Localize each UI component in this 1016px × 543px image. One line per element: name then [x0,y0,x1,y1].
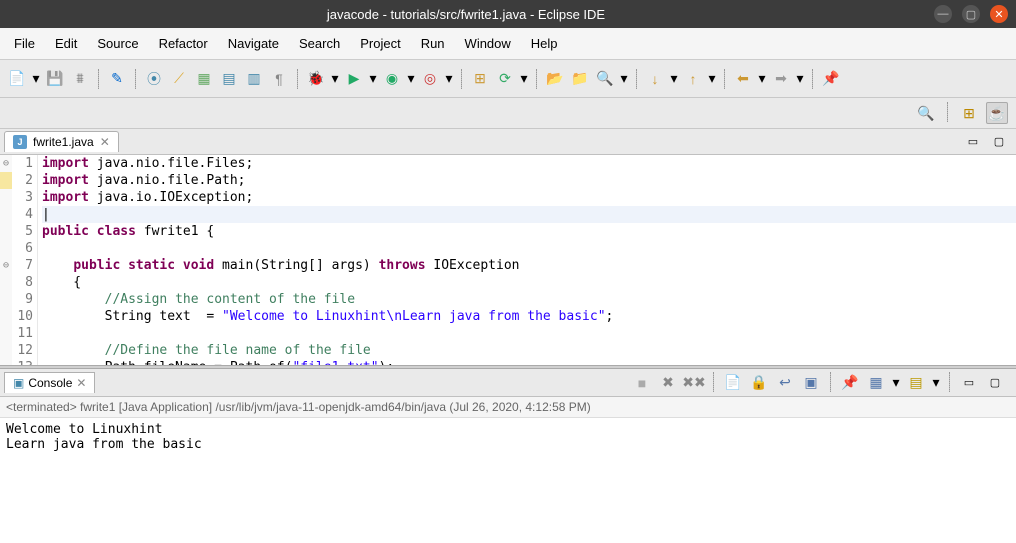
code-editor[interactable]: ⊖⊖ 12345678910111213 import java.nio.fil… [0,155,1016,365]
pin-icon[interactable]: 📌 [820,68,842,90]
refresh-icon[interactable]: ⟳ [494,68,516,90]
menu-refactor[interactable]: Refactor [151,32,216,55]
minimize-button[interactable]: — [934,5,952,23]
window-title: javacode - tutorials/src/fwrite1.java - … [8,7,924,22]
coverage-run-icon[interactable]: ◉ [381,68,403,90]
open-type-icon[interactable]: 📂 [544,68,566,90]
word-wrap-icon[interactable]: ↩ [774,372,796,394]
console-min-icon[interactable]: ▭ [958,372,980,394]
minimize-view-icon[interactable]: ▭ [962,131,984,153]
new-package-icon[interactable]: ⊞ [469,68,491,90]
toggle-breakpoint-icon[interactable]: ⦿ [143,68,165,90]
next-annotation-icon[interactable]: ↓ [644,68,666,90]
block-select-icon[interactable]: ▤ [218,68,240,90]
console-tab[interactable]: ▣ Console ✕ [4,372,95,393]
title-bar: javacode - tutorials/src/fwrite1.java - … [0,0,1016,28]
pin-console-icon[interactable]: 📌 [839,372,861,394]
perspective-toolbar: 🔍 ⊞ ☕ [0,98,1016,129]
prev-annotation-icon[interactable]: ↑ [682,68,704,90]
back-icon[interactable]: ⬅ [732,68,754,90]
wand-icon[interactable]: ✎ [106,68,128,90]
close-button[interactable]: ✕ [990,5,1008,23]
new-icon[interactable]: 📄 [6,68,28,90]
console-icon: ▣ [13,376,24,390]
console-status: <terminated> fwrite1 [Java Application] … [0,397,1016,418]
search-icon[interactable]: 🔍 [594,68,616,90]
remove-terminated-icon[interactable]: ✖ [657,372,679,394]
menu-search[interactable]: Search [291,32,348,55]
menu-file[interactable]: File [6,32,43,55]
code-content[interactable]: import java.nio.file.Files;import java.n… [38,155,1016,365]
open-perspective-icon[interactable]: ⊞ [958,102,980,124]
open-console-icon[interactable]: ▤ [905,372,927,394]
menu-window[interactable]: Window [457,32,519,55]
menu-bar: File Edit Source Refactor Navigate Searc… [0,28,1016,60]
editor-tab-row: J fwrite1.java ✕ ▭ ▢ [0,129,1016,155]
java-perspective-icon[interactable]: ☕ [986,102,1008,124]
gutter-markers: ⊖⊖ [0,155,12,365]
save-all-icon[interactable]: ⩩ [69,68,91,90]
menu-source[interactable]: Source [89,32,146,55]
console-output[interactable]: Welcome to Linuxhint Learn java from the… [0,418,1016,456]
terminate-icon[interactable]: ■ [631,372,653,394]
external-tools-icon[interactable]: ◎ [419,68,441,90]
clear-console-icon[interactable]: 📄 [722,372,744,394]
forward-icon[interactable]: ➡ [770,68,792,90]
editor-area: J fwrite1.java ✕ ▭ ▢ ⊖⊖ 1234567891011121… [0,129,1016,365]
menu-edit[interactable]: Edit [47,32,85,55]
coverage-icon[interactable]: ▦ [193,68,215,90]
main-toolbar: 📄 ▾ 💾 ⩩ ✎ ⦿ ⟋ ▦ ▤ ▥ ¶ 🐞▾ ▶▾ ◉▾ ◎▾ ⊞ ⟳▾ 📂… [0,60,1016,98]
display-selected-icon[interactable]: ▦ [865,372,887,394]
open-task-icon[interactable]: 📁 [569,68,591,90]
debug-icon[interactable]: 🐞 [305,68,327,90]
whitespace-icon[interactable]: ▥ [243,68,265,90]
menu-help[interactable]: Help [523,32,566,55]
console-tab-label: Console [28,376,72,390]
save-icon[interactable]: 💾 [44,68,66,90]
run-icon[interactable]: ▶ [343,68,365,90]
dropdown-icon[interactable]: ▾ [31,68,41,90]
pilcrow-icon[interactable]: ¶ [268,68,290,90]
tab-close-icon[interactable]: ✕ [100,135,110,149]
console-tab-row: ▣ Console ✕ ■ ✖ ✖✖ 📄 🔒 ↩ ▣ 📌 ▦▾ ▤▾ ▭ ▢ [0,369,1016,397]
show-console-icon[interactable]: ▣ [800,372,822,394]
line-numbers: 12345678910111213 [12,155,38,365]
scroll-lock-icon[interactable]: 🔒 [748,372,770,394]
menu-run[interactable]: Run [413,32,453,55]
skip-breakpoints-icon[interactable]: ⟋ [168,68,190,90]
menu-navigate[interactable]: Navigate [220,32,287,55]
editor-tab[interactable]: J fwrite1.java ✕ [4,131,119,152]
java-file-icon: J [13,135,27,149]
editor-tab-label: fwrite1.java [33,135,94,149]
console-max-icon[interactable]: ▢ [984,372,1006,394]
quick-access-icon[interactable]: 🔍 [915,102,937,124]
console-tab-close-icon[interactable]: ✕ [76,376,86,390]
console-panel: ▣ Console ✕ ■ ✖ ✖✖ 📄 🔒 ↩ ▣ 📌 ▦▾ ▤▾ ▭ ▢ <… [0,369,1016,543]
maximize-view-icon[interactable]: ▢ [988,131,1010,153]
menu-project[interactable]: Project [352,32,408,55]
maximize-button[interactable]: ▢ [962,5,980,23]
remove-all-icon[interactable]: ✖✖ [683,372,705,394]
